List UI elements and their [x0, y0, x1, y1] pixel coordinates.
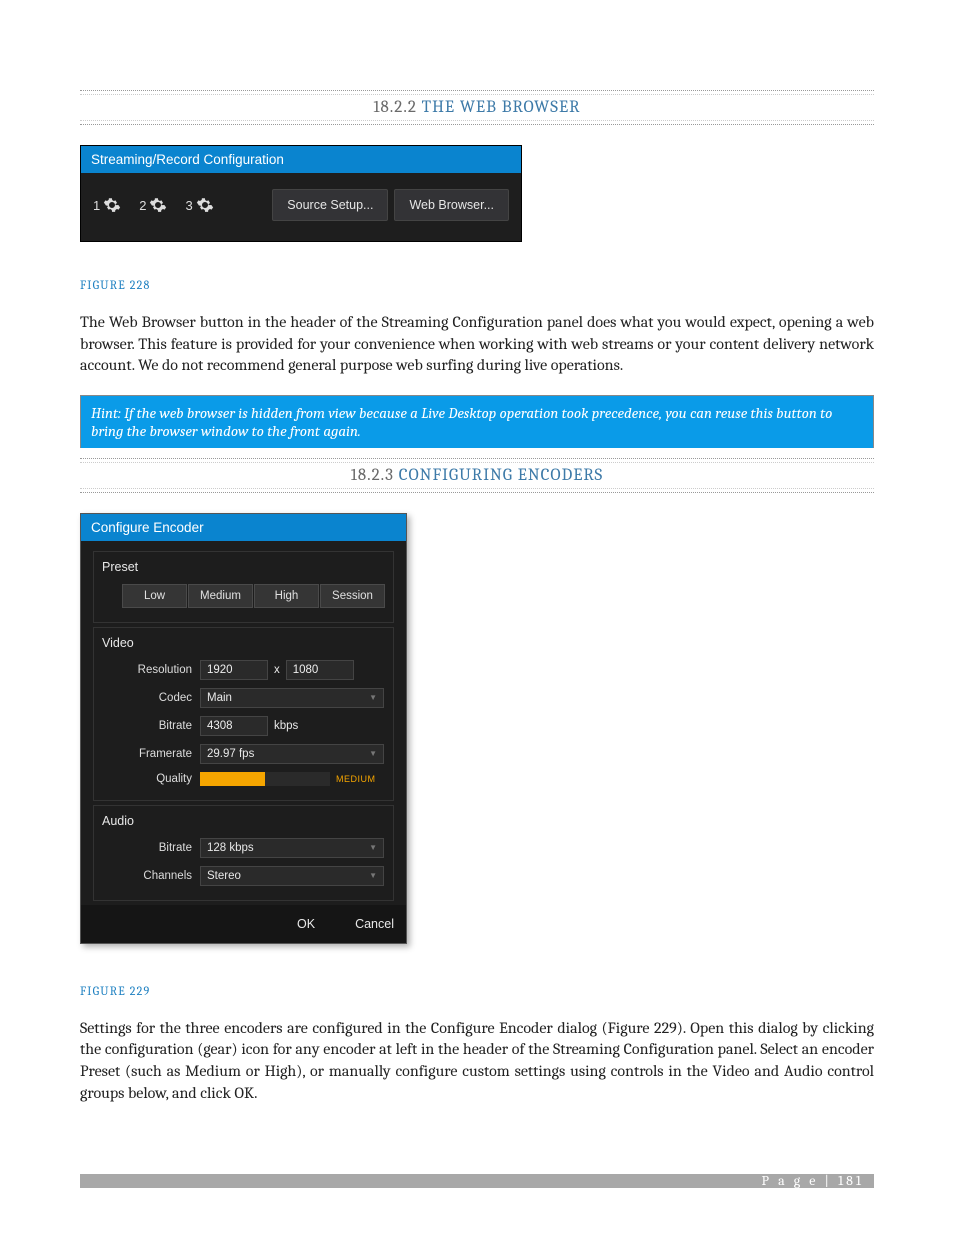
- gear-icon: [196, 196, 214, 214]
- resolution-separator: x: [274, 664, 280, 676]
- channels-value: Stereo: [207, 870, 241, 882]
- audio-bitrate-dropdown[interactable]: 128 kbps ▼: [200, 838, 384, 858]
- figure-229-caption: FIGURE 229: [80, 984, 874, 998]
- gear-icon: [103, 196, 121, 214]
- audio-group-title: Audio: [102, 814, 385, 828]
- encoder-2-label: 2: [139, 198, 146, 213]
- encoder-1-label: 1: [93, 198, 100, 213]
- quality-label: Quality: [102, 773, 200, 785]
- encoder-2-gear[interactable]: 2: [139, 196, 179, 214]
- dialog-title: Configure Encoder: [81, 514, 406, 541]
- video-group: Video Resolution 1920 x 1080 Codec Main …: [93, 627, 394, 801]
- source-setup-button[interactable]: Source Setup...: [272, 189, 388, 221]
- page-footer: P a g e | 181: [80, 1174, 874, 1188]
- framerate-value: 29.97 fps: [207, 748, 254, 760]
- resolution-label: Resolution: [102, 664, 200, 676]
- streaming-record-config-panel: Streaming/Record Configuration 1 2 3: [80, 145, 522, 242]
- preset-medium-button[interactable]: Medium: [188, 584, 253, 608]
- web-browser-button[interactable]: Web Browser...: [394, 189, 509, 221]
- chevron-down-icon: ▼: [369, 693, 377, 702]
- footer-page-number: 181: [838, 1172, 864, 1189]
- video-bitrate-label: Bitrate: [102, 720, 200, 732]
- chevron-down-icon: ▼: [369, 843, 377, 852]
- preset-high-button[interactable]: High: [254, 584, 319, 608]
- preset-session-button[interactable]: Session: [320, 584, 385, 608]
- audio-bitrate-label: Bitrate: [102, 842, 200, 854]
- framerate-label: Framerate: [102, 748, 200, 760]
- figure-228-caption: FIGURE 228: [80, 278, 874, 292]
- cancel-button[interactable]: Cancel: [355, 917, 394, 931]
- resolution-height-input[interactable]: 1080: [286, 660, 354, 680]
- encoder-3-label: 3: [185, 198, 192, 213]
- channels-label: Channels: [102, 870, 200, 882]
- quality-slider[interactable]: [200, 772, 330, 786]
- channels-dropdown[interactable]: Stereo ▼: [200, 866, 384, 886]
- configure-encoder-dialog: Configure Encoder Preset Low Medium High…: [80, 513, 407, 944]
- section-heading-web-browser: 18.2.2 THE WEB BROWSER: [80, 90, 874, 125]
- encoder-1-gear[interactable]: 1: [93, 196, 133, 214]
- hint-box: Hint: If the web browser is hidden from …: [80, 395, 874, 448]
- codec-dropdown[interactable]: Main ▼: [200, 688, 384, 708]
- body-paragraph-2: Settings for the three encoders are conf…: [80, 1018, 874, 1104]
- resolution-width-input[interactable]: 1920: [200, 660, 268, 680]
- section-number: 18.2.2: [373, 98, 416, 117]
- section-number: 18.2.3: [351, 466, 394, 485]
- section-heading-configuring-encoders: 18.2.3 CONFIGURING ENCODERS: [80, 458, 874, 493]
- codec-value: Main: [207, 692, 232, 704]
- audio-bitrate-value: 128 kbps: [207, 842, 254, 854]
- quality-slider-fill: [200, 772, 265, 786]
- preset-group-title: Preset: [102, 560, 385, 574]
- body-paragraph-1: The Web Browser button in the header of …: [80, 312, 874, 377]
- section-title: THE WEB BROWSER: [422, 98, 581, 117]
- ok-button[interactable]: OK: [297, 917, 315, 931]
- quality-value: MEDIUM: [336, 774, 376, 784]
- chevron-down-icon: ▼: [369, 749, 377, 758]
- footer-separator: |: [825, 1172, 832, 1189]
- video-group-title: Video: [102, 636, 385, 650]
- gear-icon: [149, 196, 167, 214]
- video-bitrate-unit: kbps: [274, 720, 298, 732]
- panel-title: Streaming/Record Configuration: [81, 146, 521, 173]
- section-title: CONFIGURING ENCODERS: [399, 466, 603, 485]
- preset-group: Preset Low Medium High Session: [93, 551, 394, 623]
- footer-page-label: P a g e: [762, 1172, 819, 1189]
- codec-label: Codec: [102, 692, 200, 704]
- audio-group: Audio Bitrate 128 kbps ▼ Channels Stereo…: [93, 805, 394, 901]
- chevron-down-icon: ▼: [369, 871, 377, 880]
- preset-low-button[interactable]: Low: [122, 584, 187, 608]
- encoder-3-gear[interactable]: 3: [185, 196, 225, 214]
- video-bitrate-input[interactable]: 4308: [200, 716, 268, 736]
- framerate-dropdown[interactable]: 29.97 fps ▼: [200, 744, 384, 764]
